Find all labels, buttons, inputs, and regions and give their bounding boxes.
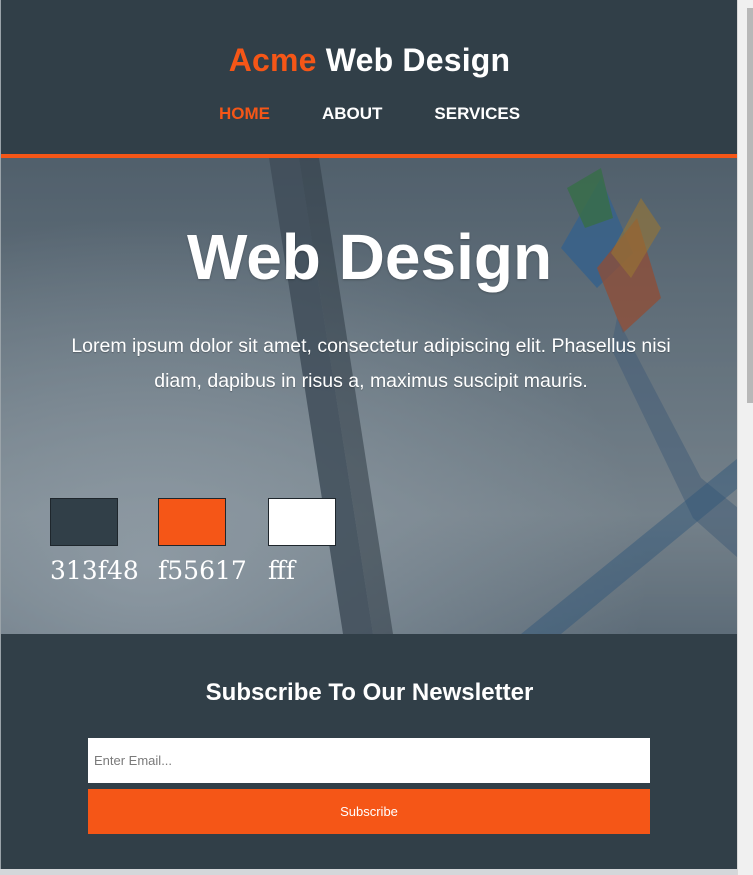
swatch-light [268,498,336,546]
newsletter-title: Subscribe To Our Newsletter [205,679,534,706]
hero-section: Web Design Lorem ipsum dolor sit amet, c… [1,158,738,634]
swatch-primary-label: 313f48 [50,556,139,585]
site-header: Acme Web Design HOME ABOUT SERVICES [1,0,738,158]
vertical-scrollbar[interactable] [737,0,753,875]
window-bottom-edge [0,869,737,875]
swatch-primary [50,498,118,546]
newsletter-section: Subscribe To Our Newsletter Subscribe [1,634,738,869]
browser-viewport: Acme Web Design HOME ABOUT SERVICES Web … [0,0,738,869]
nav-services[interactable]: SERVICES [434,104,520,124]
swatch-accent-label: f55617 [158,556,247,585]
site-logo[interactable]: Acme Web Design [1,42,738,79]
email-input[interactable] [88,738,650,783]
nav-about[interactable]: ABOUT [322,104,382,124]
brand-accent: Acme [228,42,317,78]
main-nav: HOME ABOUT SERVICES [1,104,738,124]
hero-description: Lorem ipsum dolor sit amet, consectetur … [71,335,671,392]
hero-title: Web Design [186,221,553,293]
nav-home[interactable]: HOME [219,104,270,124]
scrollbar-thumb[interactable] [747,8,753,403]
subscribe-button[interactable]: Subscribe [88,789,650,834]
swatch-light-label: fff [268,556,296,585]
swatch-accent [158,498,226,546]
brand-name: Web Design [325,42,511,78]
